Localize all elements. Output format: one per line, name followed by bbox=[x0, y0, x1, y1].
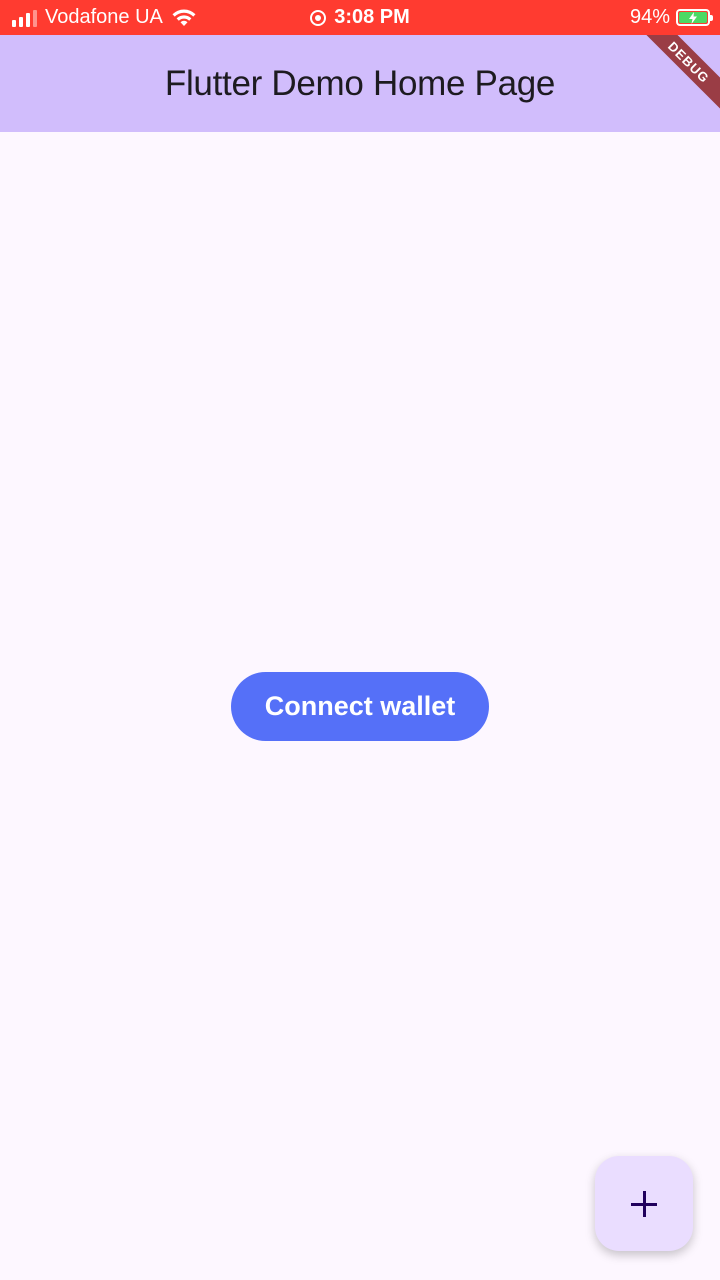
add-fab-button[interactable] bbox=[595, 1156, 693, 1251]
app-bar: Flutter Demo Home Page bbox=[0, 35, 720, 132]
status-bar-right: 94% bbox=[629, 0, 713, 35]
battery-percent: 94% bbox=[629, 6, 670, 28]
page-title: Flutter Demo Home Page bbox=[164, 63, 556, 103]
battery-charging-icon bbox=[676, 9, 713, 26]
battery-level bbox=[679, 11, 707, 24]
connect-wallet-button[interactable]: Connect wallet bbox=[231, 672, 489, 741]
status-time: 3:08 PM bbox=[334, 6, 410, 28]
plus-icon bbox=[631, 1190, 657, 1217]
status-bar: Vodafone UA 3:08 PM 94% bbox=[0, 0, 720, 35]
app-screen: Vodafone UA 3:08 PM 94% Flutter Demo Hom… bbox=[0, 0, 720, 1280]
status-bar-center: 3:08 PM bbox=[0, 0, 720, 35]
charging-bolt-icon bbox=[689, 11, 697, 24]
screen-record-icon bbox=[310, 9, 327, 26]
